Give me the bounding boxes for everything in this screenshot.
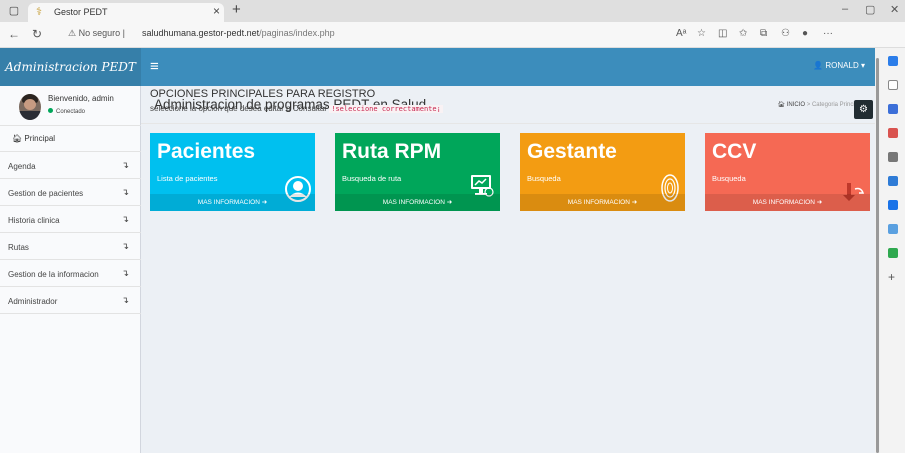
arrow-circle-right-icon: ➜	[446, 199, 453, 206]
box-desc: Lista de pacientes	[157, 174, 218, 183]
arrow-circle-right-icon: ➜	[261, 199, 268, 206]
search-icon[interactable]	[888, 80, 898, 90]
window-close-icon[interactable]: ✕	[890, 3, 899, 16]
profile-icon[interactable]: ●	[802, 28, 808, 39]
more-info-link[interactable]: MAS INFORMACION ➜	[705, 194, 870, 211]
add-icon[interactable]: +	[888, 271, 898, 283]
expand-arrow-icon: ↴	[121, 214, 129, 224]
sidebar-item-label: Gestion de la informacion	[8, 270, 99, 279]
box-title: Gestante	[527, 140, 617, 163]
settings-gear-button[interactable]: ⚙	[854, 100, 873, 119]
back-icon[interactable]: ←	[8, 27, 20, 41]
extensions-icon[interactable]: ⚇	[781, 28, 790, 39]
box-ruta-rpm[interactable]: Ruta RPM Busqueda de ruta MAS INFORMACIO…	[335, 133, 500, 211]
box-gestante[interactable]: Gestante Busqueda MAS INFORMACION ➜	[520, 133, 685, 211]
user-icon: 👤	[813, 61, 824, 70]
url-text[interactable]: saludhumana.gestor-pedt.net/paginas/inde…	[142, 28, 335, 38]
sidebar-item-label: Rutas	[8, 243, 29, 252]
edge-sidebar-app-icon[interactable]	[888, 224, 898, 234]
sidebar-item-rutas[interactable]: Rutas ↴	[0, 233, 141, 260]
favorites-icon[interactable]: ✩	[739, 28, 747, 39]
section-warning: !seleccione correctamente¡	[329, 105, 443, 113]
refresh-icon[interactable]: ↻	[32, 27, 42, 41]
user-menu-label: RONALD	[825, 61, 859, 70]
box-title: Pacientes	[157, 140, 256, 163]
box-title: Ruta RPM	[342, 140, 442, 163]
more-icon[interactable]: ···	[823, 28, 833, 39]
edge-sidebar-app-icon[interactable]	[888, 176, 898, 186]
box-desc: Busqueda	[527, 174, 561, 183]
browser-tab-strip: ▢ ⚕ Gestor PEDT × + – ▢ ✕	[0, 0, 905, 22]
expand-arrow-icon: ↴	[121, 241, 129, 251]
tab-actions-icon[interactable]: ▢	[7, 4, 21, 18]
browser-sidebar: +	[880, 48, 905, 453]
section-subtitle: seleccione la opcion que desea editar o …	[150, 104, 443, 113]
collections-icon[interactable]: ⧉	[760, 28, 767, 39]
arrow-circle-right-icon: ➜	[631, 199, 638, 206]
edge-sidebar-app-icon[interactable]	[888, 248, 898, 258]
status-badge: Conectado	[48, 108, 85, 115]
caret-down-icon: ▾	[860, 61, 865, 70]
favorite-icon[interactable]: ☆	[697, 28, 706, 39]
top-navbar: Administracion PEDT ≡ 👤 RONALD ▾	[0, 48, 875, 86]
restore-icon[interactable]: ▢	[865, 3, 875, 16]
welcome-text: Bienvenido, admin	[48, 94, 114, 103]
sidebar: Bienvenido, admin Conectado 🏠︎ Principal…	[0, 86, 141, 453]
edge-sidebar-app-icon[interactable]	[888, 104, 898, 114]
sidebar-item-label: Historia clinica	[8, 216, 60, 225]
url-path: /paginas/index.php	[259, 28, 335, 38]
edge-sidebar-app-icon[interactable]	[888, 200, 898, 210]
new-tab-icon[interactable]: +	[232, 1, 241, 18]
url-field[interactable]: ⚠ No seguro | saludhumana.gestor-pedt.ne…	[62, 26, 662, 44]
sidebar-toggle-icon[interactable]: ≡	[150, 58, 159, 75]
box-pacientes[interactable]: Pacientes Lista de pacientes MAS INFORMA…	[150, 133, 315, 211]
section-title: OPCIONES PRINCIPALES PARA REGISTRO	[150, 88, 376, 100]
expand-arrow-icon: ↴	[121, 160, 129, 170]
sidebar-item-gestion-pacientes[interactable]: Gestion de pacientes ↴	[0, 179, 141, 206]
sidebar-item-label: Principal	[24, 134, 56, 143]
read-aloud-icon[interactable]: Aᵃ	[676, 28, 686, 39]
tab-favicon-icon: ⚕	[36, 6, 42, 18]
split-screen-icon[interactable]: ◫	[718, 28, 727, 39]
user-menu[interactable]: 👤 RONALD ▾	[813, 61, 865, 70]
sidebar-item-gestion-informacion[interactable]: Gestion de la informacion ↴	[0, 260, 141, 287]
more-info-link[interactable]: MAS INFORMACION ➜	[335, 194, 500, 211]
arrow-circle-right-icon: ➜	[816, 199, 823, 206]
expand-arrow-icon: ↴	[121, 295, 129, 305]
expand-arrow-icon: ↴	[121, 268, 129, 278]
user-panel: Bienvenido, admin Conectado	[0, 86, 141, 126]
box-ccv[interactable]: CCV Busqueda MAS INFORMACION ➜	[705, 133, 870, 211]
sidebar-item-principal[interactable]: 🏠︎ Principal	[0, 126, 141, 152]
sidebar-item-historia-clinica[interactable]: Historia clinica ↴	[0, 206, 141, 233]
edge-sidebar-app-icon[interactable]	[888, 152, 898, 162]
edge-sidebar-app-icon[interactable]	[888, 128, 898, 138]
more-info-link[interactable]: MAS INFORMACION ➜	[520, 194, 685, 211]
breadcrumb-separator: >	[806, 102, 811, 108]
edge-sidebar-app-icon[interactable]	[888, 56, 898, 66]
scrollbar-thumb[interactable]	[876, 58, 879, 453]
browser-tab[interactable]: ⚕ Gestor PEDT ×	[28, 3, 224, 22]
avatar	[19, 94, 41, 120]
box-desc: Busqueda de ruta	[342, 174, 402, 183]
tab-close-icon[interactable]: ×	[213, 4, 220, 18]
tab-title: Gestor PEDT	[54, 7, 108, 17]
online-dot-icon	[48, 108, 53, 113]
sidebar-item-agenda[interactable]: Agenda ↴	[0, 152, 141, 179]
app-logo[interactable]: Administracion PEDT	[0, 48, 141, 86]
sidebar-item-label: Administrador	[8, 297, 58, 306]
sidebar-item-label: Agenda	[8, 162, 36, 171]
home-icon: 🏠︎	[12, 134, 23, 143]
more-info-link[interactable]: MAS INFORMACION ➜	[150, 194, 315, 211]
security-warning[interactable]: ⚠ No seguro |	[68, 28, 125, 39]
sidebar-item-administrador[interactable]: Administrador ↴	[0, 287, 141, 314]
box-title: CCV	[712, 140, 757, 163]
minimize-icon[interactable]: –	[842, 3, 848, 15]
box-desc: Busqueda	[712, 174, 746, 183]
address-bar-row: ← ↻ ⚠ No seguro | saludhumana.gestor-ped…	[0, 22, 905, 48]
breadcrumb-home[interactable]: 🏠︎ INICIO	[777, 102, 805, 108]
url-host: saludhumana.gestor-pedt.net	[142, 28, 260, 38]
expand-arrow-icon: ↴	[121, 187, 129, 197]
sidebar-item-label: Gestion de pacientes	[8, 189, 84, 198]
